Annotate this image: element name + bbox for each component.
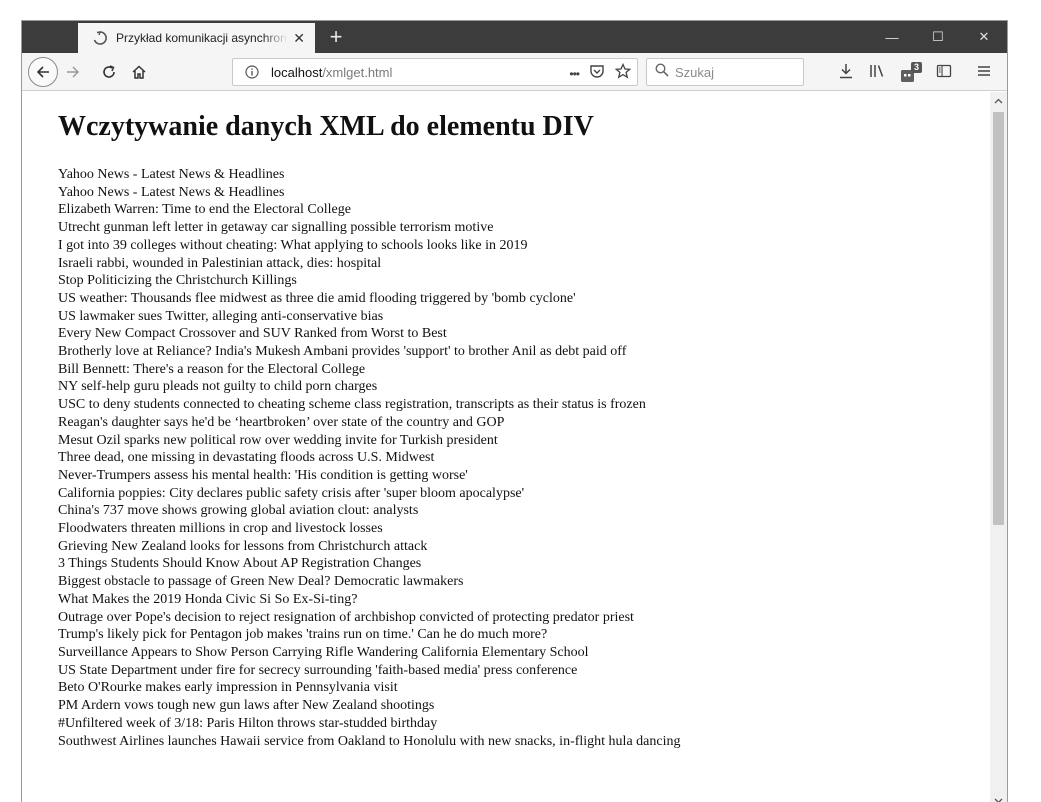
- menu-icon[interactable]: [976, 63, 992, 84]
- library-icon[interactable]: [868, 63, 886, 84]
- maximize-button[interactable]: ☐: [915, 21, 961, 53]
- url-text: localhost/xmlget.html: [271, 65, 392, 80]
- headline-item: NY self-help guru pleads not guilty to c…: [58, 379, 378, 395]
- search-input[interactable]: Szukaj: [675, 65, 714, 80]
- toolbar-right: 3: [838, 61, 992, 85]
- scrollbar-thumb[interactable]: [993, 112, 1004, 525]
- loading-icon: [92, 30, 108, 46]
- address-bar[interactable]: localhost/xmlget.html •••: [232, 58, 638, 86]
- search-icon: [655, 62, 669, 82]
- chevron-up-icon: [994, 98, 1003, 103]
- headline-item: Stop Politicizing the Christchurch Killi…: [58, 273, 297, 289]
- headline-item: Elizabeth Warren: Time to end the Electo…: [58, 202, 351, 218]
- bookmark-star-icon[interactable]: [614, 62, 632, 84]
- chevron-down-icon: [994, 798, 1003, 802]
- url-actions: •••: [569, 62, 632, 84]
- home-icon: [132, 65, 146, 79]
- search-bar[interactable]: Szukaj: [646, 58, 804, 86]
- back-button[interactable]: [28, 57, 58, 87]
- close-window-button[interactable]: ✕: [961, 21, 1007, 53]
- minimize-button[interactable]: —: [869, 21, 915, 53]
- page-title: Wczytywanie danych XML do elementu DIV: [58, 111, 594, 142]
- headline-item: Grieving New Zealand looks for lessons f…: [58, 538, 428, 554]
- info-icon[interactable]: [239, 65, 265, 79]
- more-actions-icon[interactable]: •••: [569, 67, 580, 81]
- sidebar-icon[interactable]: [936, 63, 952, 84]
- extension-icon[interactable]: 3: [900, 61, 923, 83]
- headline-item: Every New Compact Crossover and SUV Rank…: [58, 326, 447, 342]
- home-button[interactable]: [130, 63, 148, 81]
- headline-item: Beto O'Rourke makes early impression in …: [58, 680, 398, 696]
- headline-item: Surveillance Appears to Show Person Carr…: [58, 644, 589, 660]
- headline-item: California poppies: City declares public…: [58, 485, 525, 501]
- headline-item: US lawmaker sues Twitter, alleging anti-…: [58, 308, 384, 324]
- headline-list: Yahoo News - Latest News & Headlines Yaho…: [58, 166, 978, 750]
- headline-item: PM Ardern vows tough new gun laws after …: [58, 698, 435, 714]
- scroll-down-button[interactable]: [990, 792, 1007, 802]
- headline-item: US State Department under fire for secre…: [58, 662, 578, 678]
- pocket-icon[interactable]: [589, 63, 605, 84]
- headline-item: Three dead, one missing in devastating f…: [58, 450, 435, 466]
- arrow-left-icon: [36, 66, 49, 78]
- browser-window: Przykład komunikacji asynchronicznej ✕ +…: [21, 20, 1008, 802]
- forward-button[interactable]: [64, 64, 82, 80]
- headline-item: I got into 39 colleges without cheating:…: [58, 237, 528, 253]
- new-tab-button[interactable]: +: [321, 21, 351, 53]
- headline-item: China's 737 move shows growing global av…: [58, 503, 419, 519]
- headline-item: USC to deny students connected to cheati…: [58, 397, 646, 413]
- headline-item: Mesut Ozil sparks new political row over…: [58, 432, 498, 448]
- headline-item: Yahoo News - Latest News & Headlines: [58, 167, 285, 182]
- page-content: Wczytywanie danych XML do elementu DIV Y…: [22, 92, 990, 802]
- window-controls: — ☐ ✕: [869, 21, 1007, 53]
- vertical-scrollbar[interactable]: [990, 92, 1007, 802]
- tab-bar: Przykład komunikacji asynchronicznej ✕ +…: [22, 21, 1007, 53]
- headline-item: Bill Bennett: There's a reason for the E…: [58, 361, 366, 377]
- headline-item: Trump's likely pick for Pentagon job mak…: [58, 627, 548, 643]
- download-icon[interactable]: [838, 62, 854, 85]
- headline-item: Yahoo News - Latest News & Headlines: [58, 184, 285, 200]
- headline-item: Biggest obstacle to passage of Green New…: [58, 574, 464, 590]
- tab-active[interactable]: Przykład komunikacji asynchronicznej ✕: [78, 21, 315, 53]
- headline-item: US weather: Thousands flee midwest as th…: [58, 290, 576, 306]
- url-path: /xmlget.html: [322, 64, 393, 80]
- reload-button[interactable]: [100, 63, 118, 81]
- headline-item: What Makes the 2019 Honda Civic Si So Ex…: [58, 591, 358, 607]
- scroll-up-button[interactable]: [990, 92, 1007, 109]
- page-body: Wczytywanie danych XML do elementu DIV Y…: [58, 110, 978, 750]
- headline-item: Southwest Airlines launches Hawaii servi…: [58, 733, 681, 749]
- headline-item: Floodwaters threaten millions in crop an…: [58, 521, 383, 537]
- arrow-right-icon: [67, 66, 80, 78]
- navigation-toolbar: localhost/xmlget.html ••• Szukaj 3: [22, 53, 1007, 91]
- tab-title: Przykład komunikacji asynchronicznej: [116, 31, 288, 45]
- headline-item: Brotherly love at Reliance? India's Muke…: [58, 344, 627, 360]
- headline-item: Israeli rabbi, wounded in Palestinian at…: [58, 255, 382, 271]
- headline-item: #Unfiltered week of 3/18: Paris Hilton t…: [58, 715, 438, 731]
- headline-item: Reagan's daughter says he'd be ‘heartbro…: [58, 414, 505, 430]
- headline-item: Outrage over Pope's decision to reject r…: [58, 609, 634, 625]
- url-host: localhost: [271, 64, 323, 80]
- reload-icon: [103, 65, 115, 78]
- headline-item: Never-Trumpers assess his mental health:…: [58, 467, 468, 483]
- headline-item: 3 Things Students Should Know About AP R…: [58, 556, 422, 572]
- extension-badge: 3: [911, 61, 923, 73]
- headline-item: Utrecht gunman left letter in getaway ca…: [58, 220, 494, 236]
- tab-close-icon[interactable]: ✕: [293, 31, 305, 45]
